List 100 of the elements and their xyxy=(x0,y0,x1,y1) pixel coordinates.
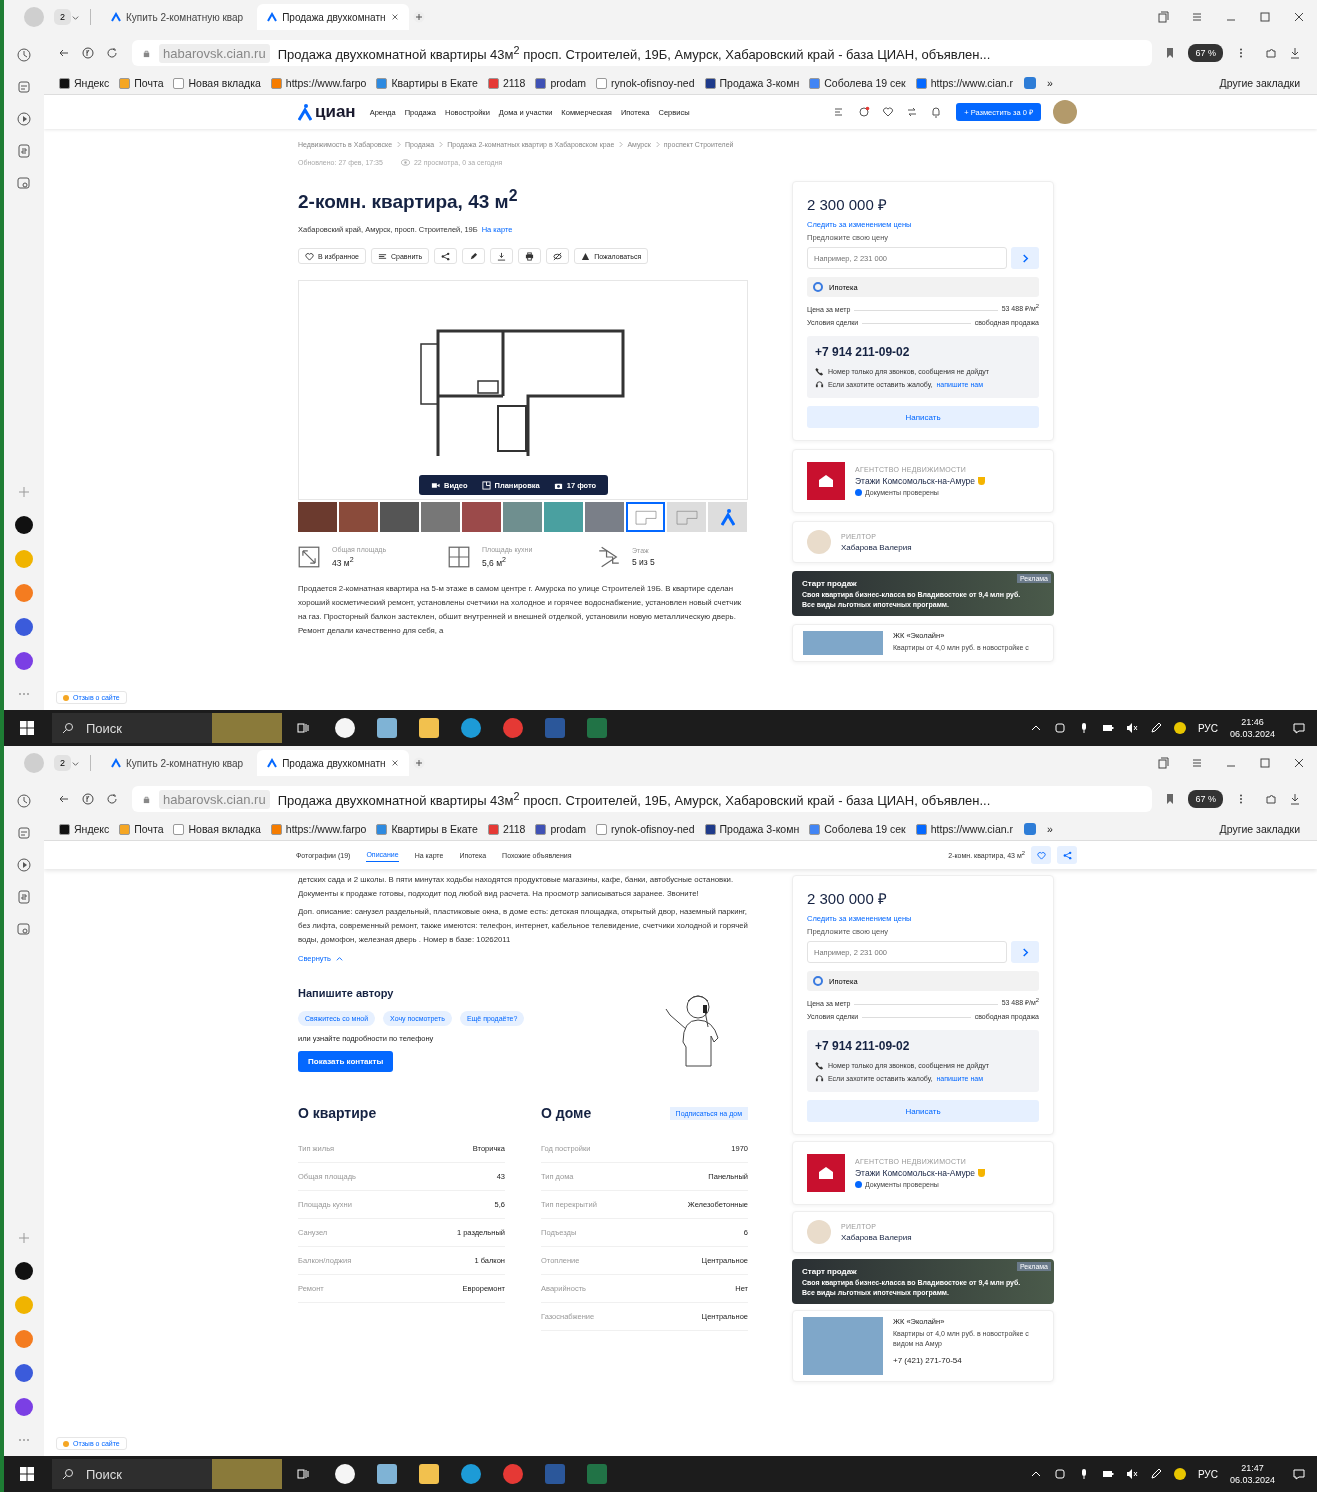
menu-icon[interactable] xyxy=(1191,11,1203,23)
app-icon[interactable] xyxy=(15,516,33,534)
battery-icon[interactable] xyxy=(1101,722,1114,734)
photo-thumbnail[interactable] xyxy=(544,502,583,533)
bookmark-item[interactable]: Почта xyxy=(114,77,169,89)
menu-icon[interactable] xyxy=(1191,757,1203,769)
maximize-icon[interactable] xyxy=(1259,757,1271,769)
pen-icon[interactable] xyxy=(1149,1468,1162,1480)
chat-icon[interactable] xyxy=(858,106,871,118)
reload-icon[interactable] xyxy=(106,47,118,59)
maximize-icon[interactable] xyxy=(1259,11,1271,23)
language-indicator[interactable]: РУС xyxy=(1197,722,1218,734)
gallery-icon[interactable] xyxy=(16,921,32,937)
bookmark-item[interactable]: https://www.cian.r xyxy=(910,823,1018,835)
battery-icon[interactable] xyxy=(1101,1468,1114,1480)
taskbar-search-field[interactable]: Поиск xyxy=(52,713,282,743)
task-view-icon[interactable] xyxy=(296,1467,310,1481)
tab-counter[interactable]: 2 xyxy=(54,755,71,771)
close-icon[interactable] xyxy=(390,13,399,21)
app-icon[interactable] xyxy=(1173,722,1186,734)
heart-icon[interactable] xyxy=(882,106,895,118)
photo-thumbnail[interactable] xyxy=(339,502,378,533)
back-arrow-icon[interactable] xyxy=(58,47,70,59)
browser-tab[interactable]: Продажа двухкомнатн xyxy=(257,750,409,776)
bookmark-item[interactable]: 2118 xyxy=(482,77,531,89)
share-button[interactable] xyxy=(1057,846,1077,864)
tabs-counter-icon[interactable] xyxy=(16,889,32,905)
notifications-icon[interactable] xyxy=(1293,1468,1305,1480)
edit-button[interactable] xyxy=(462,248,486,265)
compare-icon[interactable] xyxy=(906,106,919,118)
avatar[interactable] xyxy=(1053,100,1077,124)
bookmark-item[interactable]: Квартиры в Екате xyxy=(371,823,483,835)
taskbar-clock[interactable]: 21:47 06.03.2024 xyxy=(1229,1462,1275,1486)
close-icon[interactable] xyxy=(1293,11,1305,23)
bookmark-item[interactable]: Квартиры в Екате xyxy=(371,77,483,89)
bookmark-item[interactable]: 2118 xyxy=(482,823,531,835)
bookmark-item[interactable]: Продажа 3-комн xyxy=(699,823,805,835)
speaker-icon[interactable] xyxy=(1125,722,1138,734)
photo-thumbnail[interactable] xyxy=(380,502,419,533)
bookmark-item[interactable]: Яндекс xyxy=(54,823,115,835)
bookmark-item[interactable]: Новая вкладка xyxy=(168,823,266,835)
browser-tab[interactable]: Купить 2-комнатную квар xyxy=(101,4,254,30)
bookmark-item[interactable]: Яндекс xyxy=(54,77,115,89)
hide-button[interactable] xyxy=(546,248,570,265)
address-bar[interactable]: habarovsk.cian.ru Продажа двухкомнатной квартиры 43м$^{2}$ просп. Строителей, 19Б, Амурск, Хабаровский край - база ЦИАН, объявлен... xyxy=(132,40,1153,66)
extension-icon[interactable] xyxy=(1265,793,1277,805)
back-arrow-icon[interactable] xyxy=(58,793,70,805)
notes-icon[interactable] xyxy=(16,825,32,841)
play-icon[interactable] xyxy=(16,857,32,873)
extension-icon[interactable] xyxy=(1024,77,1036,89)
bookmark-item[interactable]: Новая вкладка xyxy=(168,77,266,89)
photo-thumbnail[interactable] xyxy=(585,502,624,533)
write-button[interactable]: Написать xyxy=(807,406,1039,429)
notifications-icon[interactable] xyxy=(1293,722,1305,734)
show-contacts-button[interactable]: Показать контакты xyxy=(298,1051,394,1072)
address-bar[interactable]: habarovsk.cian.ru Продажа двухкомнатной квартиры 43м$^{2}$ просп. Строителей, 19Б, Амурск, Хабаровский край - база ЦИАН, объявлен... xyxy=(132,786,1153,812)
extension-icon[interactable] xyxy=(1265,47,1277,59)
other-bookmarks-button[interactable]: Другие закладки xyxy=(1214,823,1305,835)
bookmark-item[interactable]: rynok-ofisnoy-ned xyxy=(591,77,700,89)
circle-letter-icon[interactable] xyxy=(82,793,94,805)
bookmarks-overflow-button[interactable]: » xyxy=(1042,77,1058,89)
taskbar-search-field[interactable]: Поиск xyxy=(52,1459,282,1489)
site-logo[interactable]: циан xyxy=(315,102,356,122)
taskbar-clock[interactable]: 21:46 06.03.2024 xyxy=(1229,716,1275,740)
app-icon[interactable] xyxy=(335,718,355,738)
print-button[interactable] xyxy=(518,248,542,265)
logo-icon[interactable] xyxy=(298,103,312,121)
bookmark-item[interactable]: https://www.cian.r xyxy=(910,77,1018,89)
windows-logo-icon[interactable] xyxy=(20,1467,34,1481)
map-thumbnail[interactable] xyxy=(708,502,747,533)
favorite-button[interactable] xyxy=(1031,846,1051,864)
bookmark-item[interactable]: Соболева 19 сек xyxy=(804,77,911,89)
bookmark-item[interactable]: Соболева 19 сек xyxy=(804,823,911,835)
bookmark-item[interactable]: https://www.farpo xyxy=(265,823,372,835)
plan-thumbnail[interactable] xyxy=(667,502,706,533)
speaker-icon[interactable] xyxy=(1125,1468,1138,1480)
tabs-counter-icon[interactable] xyxy=(16,143,32,159)
share-button[interactable] xyxy=(434,248,458,265)
photo-thumbnail[interactable] xyxy=(462,502,501,533)
protect-badge[interactable]: 67 % xyxy=(1188,790,1223,808)
protect-badge[interactable]: 67 % xyxy=(1188,44,1223,62)
download-icon[interactable] xyxy=(1289,793,1301,805)
browser-tab[interactable]: Купить 2-комнатную квар xyxy=(101,750,254,776)
app-icon[interactable] xyxy=(15,1262,33,1280)
bookmark-item[interactable]: https://www.farpo xyxy=(265,77,372,89)
play-icon[interactable] xyxy=(16,111,32,127)
bookmark-item[interactable]: Почта xyxy=(114,823,169,835)
close-icon[interactable] xyxy=(390,759,399,767)
tabs-icon[interactable] xyxy=(1157,757,1169,769)
reload-icon[interactable] xyxy=(106,793,118,805)
app-icon[interactable] xyxy=(1173,1468,1186,1480)
bookmarks-overflow-button[interactable]: » xyxy=(1042,823,1058,835)
bell-icon[interactable] xyxy=(930,106,943,118)
close-icon[interactable] xyxy=(1293,757,1305,769)
app-icon[interactable] xyxy=(335,1464,355,1484)
pen-icon[interactable] xyxy=(1149,722,1162,734)
tray-icon[interactable] xyxy=(1053,722,1066,734)
browser-tab[interactable]: Продажа двухкомнатн xyxy=(257,4,409,30)
language-indicator[interactable]: РУС xyxy=(1197,1468,1218,1480)
clock-icon[interactable] xyxy=(16,793,32,809)
